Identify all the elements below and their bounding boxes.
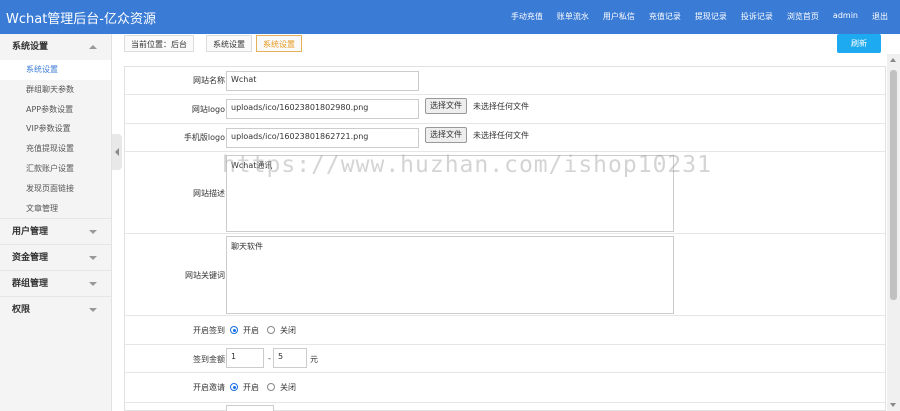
checkin-off-radio[interactable] [267,326,275,334]
breadcrumb-home[interactable]: 当前位置：后台 [124,35,194,52]
sidebar-group-system-settings[interactable]: 系统设置 [0,34,111,60]
sidebar-group-label: 用户管理 [12,227,49,238]
row-mobile-logo: 手机版logo uploads/ico/16023801862721.png 选… [125,124,885,152]
checkin-on-text: 开启 [243,326,259,335]
refresh-button[interactable]: 刷新 [837,34,881,53]
nav-user-messages[interactable]: 用户私信 [603,11,635,22]
site-keywords-textarea[interactable]: 聊天软件 [226,236,674,314]
site-keywords-label: 网站关键词 [185,271,225,280]
sidebar-item-discover-links[interactable]: 发现页面链接 [0,179,111,199]
checkin-amount-max-input[interactable]: 5 [273,348,307,368]
sidebar: 系统设置 系统设置 群组聊天参数 APP参数设置 VIP参数设置 充值提现设置 … [0,34,112,411]
mobile-logo-choose-file-button[interactable]: 选择文件 [425,127,467,143]
checkin-off-text: 关闭 [280,326,296,335]
site-logo-path-input[interactable]: uploads/ico/16023801802980.png [226,99,419,119]
nav-complaint-records[interactable]: 投诉记录 [741,11,773,22]
nav-admin-user[interactable]: admin [833,11,858,22]
breadcrumb-current: 系统设置 [256,35,302,52]
sidebar-group-label: 资金管理 [12,253,49,264]
site-logo-choose-file-button[interactable]: 选择文件 [425,98,467,114]
sidebar-collapse-toggle[interactable] [112,134,122,170]
invite-on-radio[interactable] [230,383,238,391]
sidebar-item-recharge-withdraw[interactable]: 充值提现设置 [0,139,111,159]
chevron-down-icon [89,256,97,261]
site-name-label: 网站名称 [193,76,225,85]
watermark: https://www.huzhan.com/ishop10231 [222,152,712,178]
breadcrumb-system-settings[interactable]: 系统设置 [206,35,252,52]
mobile-logo-label: 手机版logo [183,133,225,142]
nav-logout[interactable]: 退出 [872,11,888,22]
chevron-down-icon [89,230,97,235]
sidebar-item-remit-account[interactable]: 汇款账户设置 [0,159,111,179]
invite-off-text: 关闭 [280,383,296,392]
breadcrumb: 当前位置：后台 系统设置 系统设置 [122,34,886,54]
row-checkin-amount: 签到金额 1 - 5 元 [125,345,885,373]
checkin-amount-separator: - [268,354,271,363]
nav-bill-flow[interactable]: 账单流水 [557,11,589,22]
sidebar-group-fund-manage[interactable]: 资金管理 [0,244,111,270]
chevron-up-icon [89,45,97,49]
sidebar-item-vip-params[interactable]: VIP参数设置 [0,119,111,139]
row-checkin: 开启签到 开启 关闭 [125,316,885,345]
invite-off-radio[interactable] [267,383,275,391]
nav-recharge-records[interactable]: 充值记录 [649,11,681,22]
invite-label: 开启邀请 [193,383,225,392]
mobile-logo-path-input[interactable]: uploads/ico/16023801862721.png [226,128,419,148]
row-site-logo: 网站logo uploads/ico/16023801802980.png 选择… [125,95,885,124]
chevron-down-icon [89,308,97,313]
scroll-down-icon[interactable] [890,403,896,407]
checkin-amount-unit: 元 [310,355,318,364]
nav-manual-recharge[interactable]: 手动充值 [511,11,543,22]
row-site-name: 网站名称 Wchat [125,67,885,95]
site-logo-file-status: 未选择任何文件 [473,102,529,111]
sidebar-group-label: 系统设置 [12,42,49,52]
scrollbar-thumb[interactable] [890,70,897,300]
top-bar: Wchat管理后台-亿众资源 手动充值 账单流水 用户私信 充值记录 提现记录 … [0,0,900,34]
checkin-amount-min-input[interactable]: 1 [226,348,264,368]
sidebar-group-permissions[interactable]: 权限 [0,296,111,322]
sidebar-group-user-manage[interactable]: 用户管理 [0,218,111,244]
nav-withdraw-records[interactable]: 提现记录 [695,11,727,22]
nav-browse-home[interactable]: 浏览首页 [787,11,819,22]
chevron-down-icon [89,282,97,287]
site-name-input[interactable]: Wchat [226,71,419,91]
sidebar-item-app-params[interactable]: APP参数设置 [0,100,111,120]
page-scrollbar[interactable] [887,54,900,411]
chevron-left-icon [115,148,119,156]
site-logo-label: 网站logo [191,105,225,114]
checkin-on-radio[interactable] [230,326,238,334]
mobile-logo-file-status: 未选择任何文件 [473,131,529,140]
invite-on-text: 开启 [243,383,259,392]
sidebar-item-article-manage[interactable]: 文章管理 [0,199,111,219]
row-site-keywords: 网站关键词 聊天软件 [125,234,885,316]
next-row-input-partial[interactable] [226,405,274,411]
sidebar-item-group-chat-params[interactable]: 群组聊天参数 [0,80,111,100]
app-title: Wchat管理后台-亿众资源 [6,12,156,27]
scroll-up-icon[interactable] [890,58,896,62]
sidebar-group-label: 权限 [12,305,31,316]
settings-form: 网站名称 Wchat 网站logo uploads/ico/1602380180… [124,66,886,411]
sidebar-item-system-settings[interactable]: 系统设置 [0,60,111,80]
checkin-amount-label: 签到金额 [193,355,225,364]
sidebar-group-label: 群组管理 [12,279,49,290]
row-invite: 开启邀请 开启 关闭 [125,373,885,403]
site-description-label: 网站描述 [193,189,225,198]
sidebar-group-group-manage[interactable]: 群组管理 [0,270,111,296]
top-nav: 手动充值 账单流水 用户私信 充值记录 提现记录 投诉记录 浏览首页 admin… [497,11,888,22]
checkin-label: 开启签到 [193,326,225,335]
